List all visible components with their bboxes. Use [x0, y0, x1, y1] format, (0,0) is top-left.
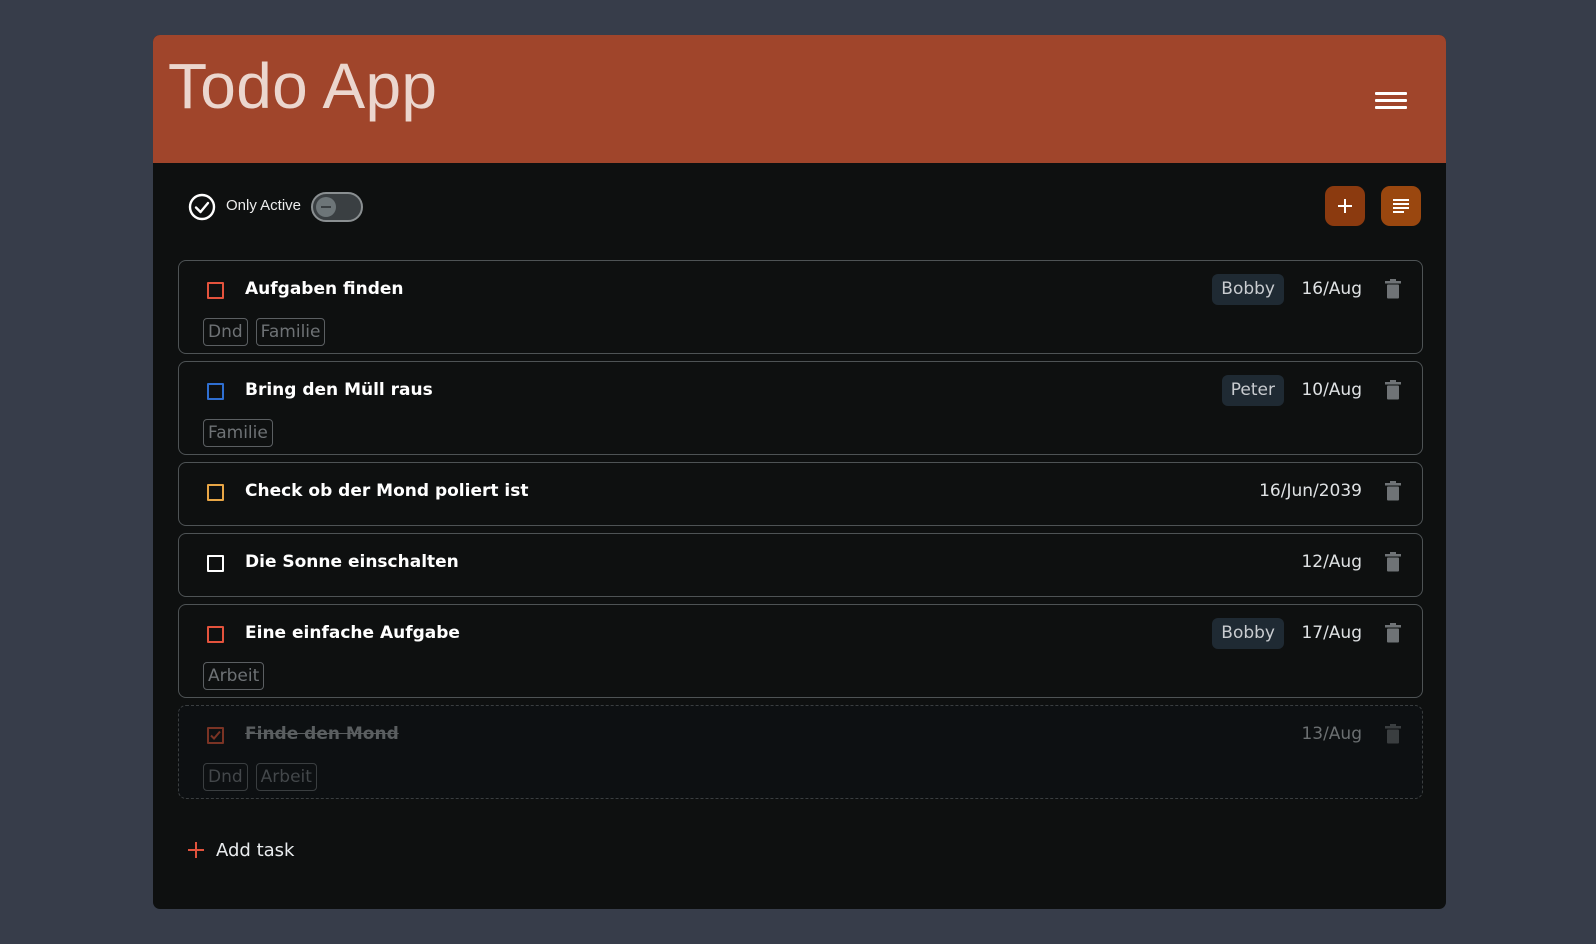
task-date: 16/Jun/2039 — [1259, 481, 1362, 501]
assignee-badge: Bobby — [1212, 274, 1284, 305]
task-title: Bring den Müll raus — [245, 380, 433, 400]
task-date: 13/Aug — [1301, 724, 1362, 744]
task-item[interactable]: Check ob der Mond poliert ist 16/Jun/2039 — [178, 462, 1423, 526]
app-title: Todo App — [168, 50, 438, 122]
task-title: Aufgaben finden — [245, 279, 404, 299]
task-checkbox[interactable] — [207, 727, 224, 744]
task-checkbox[interactable] — [207, 626, 224, 643]
list-button[interactable] — [1381, 186, 1421, 226]
assignee-badge: Bobby — [1212, 618, 1284, 649]
tag-chip[interactable]: Dnd — [203, 318, 248, 346]
tag-list: Familie — [203, 419, 273, 447]
task-title: Finde den Mond — [245, 724, 399, 744]
task-item[interactable]: Eine einfache Aufgabe Bobby 17/Aug Arbeit — [178, 604, 1423, 698]
trash-icon[interactable] — [1384, 481, 1402, 501]
tag-chip[interactable]: Arbeit — [203, 662, 265, 690]
task-date: 16/Aug — [1301, 279, 1362, 299]
task-date: 17/Aug — [1301, 623, 1362, 643]
tag-chip[interactable]: Dnd — [203, 763, 248, 791]
tag-chip[interactable]: Arbeit — [255, 763, 317, 791]
app-header: Todo App — [153, 35, 1446, 163]
add-task-label: Add task — [216, 839, 295, 861]
only-active-label: Only Active — [226, 197, 302, 214]
task-item[interactable]: Bring den Müll raus Peter 10/Aug Familie — [178, 361, 1423, 455]
task-date: 12/Aug — [1301, 552, 1362, 572]
task-item[interactable]: Die Sonne einschalten 12/Aug — [178, 533, 1423, 597]
task-checkbox[interactable] — [207, 383, 224, 400]
assignee-badge: Peter — [1221, 375, 1284, 406]
only-active-toggle[interactable] — [311, 192, 363, 222]
tag-chip[interactable]: Familie — [255, 318, 326, 346]
tag-list: Arbeit — [203, 662, 265, 690]
toggle-knob — [316, 197, 336, 217]
tag-list: Dnd Familie — [203, 318, 326, 346]
check-circle-icon — [188, 193, 216, 221]
task-checkbox[interactable] — [207, 282, 224, 299]
trash-icon[interactable] — [1384, 552, 1402, 572]
add-task-button[interactable]: Add task — [188, 835, 294, 865]
plus-icon — [188, 842, 204, 858]
tag-list: Dnd Arbeit — [203, 763, 317, 791]
task-title: Die Sonne einschalten — [245, 552, 459, 572]
tag-chip[interactable]: Familie — [203, 419, 273, 447]
task-title: Eine einfache Aufgabe — [245, 623, 460, 643]
task-item[interactable]: Finde den Mond 13/Aug Dnd Arbeit — [178, 705, 1423, 799]
trash-icon[interactable] — [1384, 724, 1402, 744]
task-checkbox[interactable] — [207, 555, 224, 572]
trash-icon[interactable] — [1384, 623, 1402, 643]
task-title: Check ob der Mond poliert ist — [245, 481, 529, 501]
task-date: 10/Aug — [1301, 380, 1362, 400]
trash-icon[interactable] — [1384, 380, 1402, 400]
hamburger-menu-icon[interactable] — [1373, 88, 1409, 118]
todo-app-window: Todo App Only Active Aufgaben finden Bobb… — [153, 35, 1446, 909]
task-checkbox[interactable] — [207, 484, 224, 501]
task-item[interactable]: Aufgaben finden Bobby 16/Aug Dnd Familie — [178, 260, 1423, 354]
add-button[interactable] — [1325, 186, 1365, 226]
toolbar: Only Active — [153, 163, 1446, 258]
trash-icon[interactable] — [1384, 279, 1402, 299]
task-list: Aufgaben finden Bobby 16/Aug Dnd Familie Brin… — [178, 260, 1423, 806]
